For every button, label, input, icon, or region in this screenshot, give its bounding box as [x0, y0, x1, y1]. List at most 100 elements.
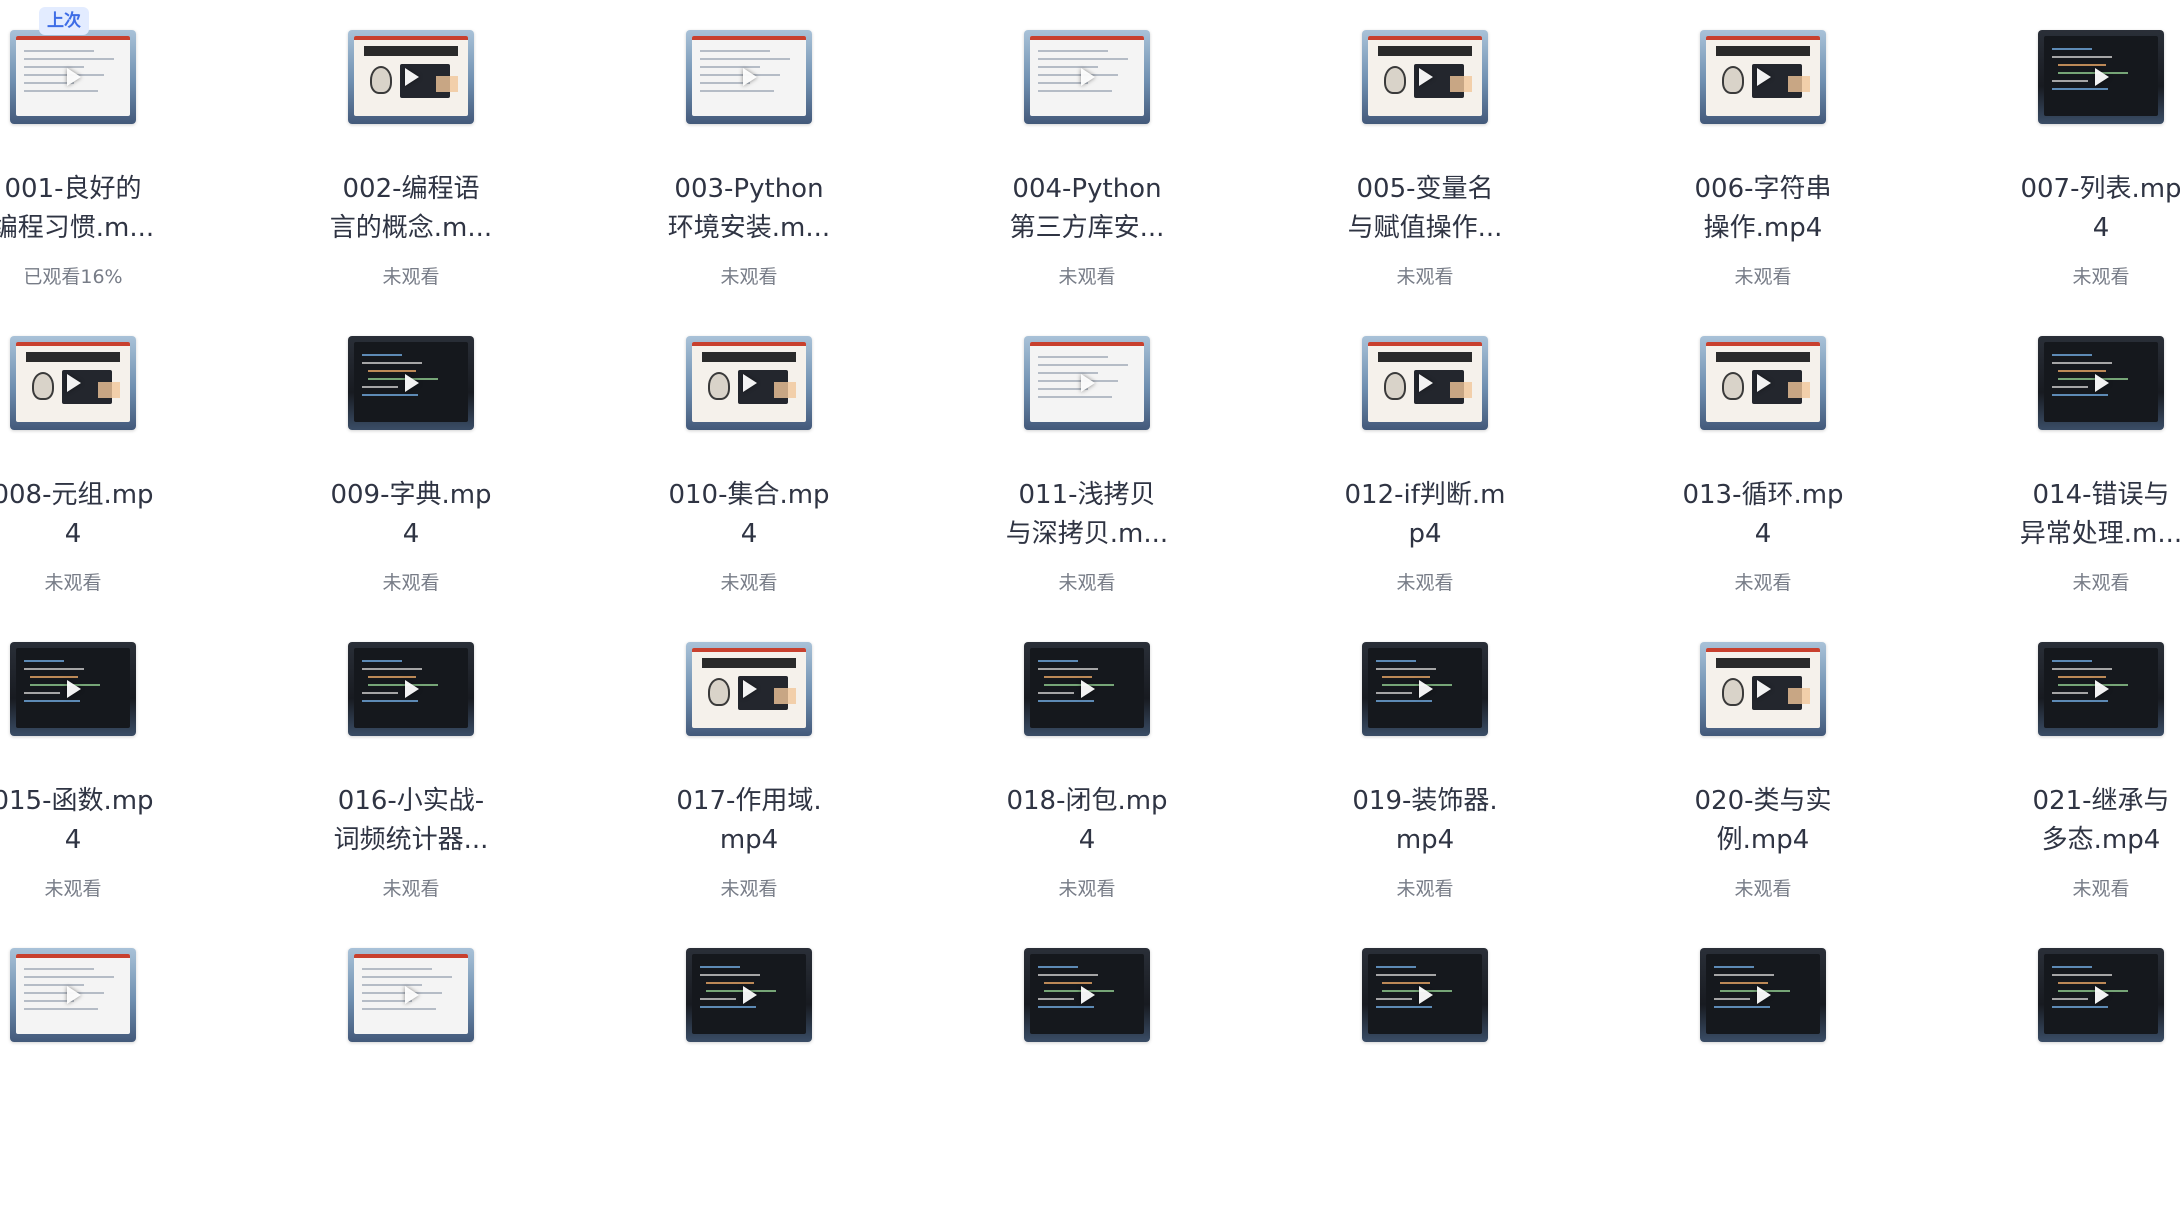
video-thumbnail[interactable]	[2038, 336, 2164, 430]
video-thumbnail[interactable]	[1700, 30, 1826, 124]
play-icon[interactable]	[1081, 986, 1095, 1004]
video-tile[interactable]: 014-错误与 异常处理.m... 未观看	[1971, 306, 2180, 606]
video-title[interactable]: 009-字典.mp 4	[281, 476, 541, 554]
video-tile[interactable]	[1295, 918, 1555, 1218]
play-icon[interactable]	[2095, 986, 2109, 1004]
video-tile[interactable]	[1633, 918, 1893, 1218]
video-thumbnail[interactable]	[1024, 336, 1150, 430]
video-thumbnail[interactable]	[10, 948, 136, 1042]
video-tile[interactable]: 009-字典.mp 4 未观看	[281, 306, 541, 606]
video-title[interactable]: 005-变量名 与赋值操作...	[1295, 170, 1555, 248]
play-icon[interactable]	[2095, 680, 2109, 698]
video-thumbnail[interactable]	[1024, 642, 1150, 736]
video-tile[interactable]: 020-类与实 例.mp4 未观看	[1633, 612, 1893, 912]
video-tile[interactable]: 006-字符串 操作.mp4 未观看	[1633, 0, 1893, 300]
video-thumbnail[interactable]	[2038, 642, 2164, 736]
play-icon[interactable]	[67, 680, 81, 698]
video-title[interactable]: 021-继承与 多态.mp4	[1971, 782, 2180, 860]
play-icon[interactable]	[743, 680, 757, 698]
play-icon[interactable]	[743, 374, 757, 392]
video-thumbnail[interactable]	[686, 30, 812, 124]
video-thumbnail[interactable]	[1700, 642, 1826, 736]
video-thumbnail[interactable]	[686, 642, 812, 736]
video-title[interactable]: 010-集合.mp 4	[619, 476, 879, 554]
video-title[interactable]: 012-if判断.m p4	[1295, 476, 1555, 554]
video-tile[interactable]	[0, 918, 203, 1218]
video-title[interactable]: 001-良好的 编程习惯.m...	[0, 170, 203, 248]
play-icon[interactable]	[1757, 680, 1771, 698]
play-icon[interactable]	[405, 680, 419, 698]
video-title[interactable]: 020-类与实 例.mp4	[1633, 782, 1893, 860]
play-icon[interactable]	[1757, 68, 1771, 86]
video-title[interactable]: 004-Python 第三方库安...	[957, 170, 1217, 248]
video-tile[interactable]: 003-Python 环境安装.m... 未观看	[619, 0, 879, 300]
video-thumbnail[interactable]	[1700, 336, 1826, 430]
video-tile[interactable]: 004-Python 第三方库安... 未观看	[957, 0, 1217, 300]
play-icon[interactable]	[405, 986, 419, 1004]
play-icon[interactable]	[1757, 986, 1771, 1004]
play-icon[interactable]	[405, 374, 419, 392]
play-icon[interactable]	[1419, 680, 1433, 698]
play-icon[interactable]	[405, 68, 419, 86]
video-tile[interactable]: 017-作用域. mp4 未观看	[619, 612, 879, 912]
video-title[interactable]: 015-函数.mp 4	[0, 782, 203, 860]
video-thumbnail[interactable]	[348, 948, 474, 1042]
video-thumbnail[interactable]	[348, 336, 474, 430]
play-icon[interactable]	[1419, 374, 1433, 392]
video-thumbnail[interactable]	[1700, 948, 1826, 1042]
video-thumbnail[interactable]	[1362, 30, 1488, 124]
video-title[interactable]: 008-元组.mp 4	[0, 476, 203, 554]
video-thumbnail[interactable]	[2038, 948, 2164, 1042]
play-icon[interactable]	[1419, 986, 1433, 1004]
play-icon[interactable]	[2095, 374, 2109, 392]
video-thumbnail[interactable]	[2038, 30, 2164, 124]
video-thumbnail[interactable]	[1024, 948, 1150, 1042]
video-thumbnail[interactable]	[10, 642, 136, 736]
video-thumbnail[interactable]	[10, 336, 136, 430]
video-tile[interactable]: 008-元组.mp 4 未观看	[0, 306, 203, 606]
play-icon[interactable]	[1419, 68, 1433, 86]
video-thumbnail[interactable]	[686, 948, 812, 1042]
play-icon[interactable]	[1081, 374, 1095, 392]
video-title[interactable]: 002-编程语 言的概念.m...	[281, 170, 541, 248]
video-title[interactable]: 007-列表.mp 4	[1971, 170, 2180, 248]
video-title[interactable]: 011-浅拷贝 与深拷贝.m...	[957, 476, 1217, 554]
video-thumbnail[interactable]	[1362, 642, 1488, 736]
play-icon[interactable]	[67, 986, 81, 1004]
video-thumbnail[interactable]	[10, 30, 136, 124]
video-tile[interactable]: 018-闭包.mp 4 未观看	[957, 612, 1217, 912]
video-title[interactable]: 018-闭包.mp 4	[957, 782, 1217, 860]
play-icon[interactable]	[1081, 680, 1095, 698]
video-tile[interactable]	[281, 918, 541, 1218]
play-icon[interactable]	[1757, 374, 1771, 392]
video-thumbnail[interactable]	[1362, 948, 1488, 1042]
video-thumbnail[interactable]	[1024, 30, 1150, 124]
video-thumbnail[interactable]	[348, 30, 474, 124]
video-tile[interactable]: 011-浅拷贝 与深拷贝.m... 未观看	[957, 306, 1217, 606]
video-title[interactable]: 006-字符串 操作.mp4	[1633, 170, 1893, 248]
video-tile[interactable]	[619, 918, 879, 1218]
video-title[interactable]: 019-装饰器. mp4	[1295, 782, 1555, 860]
play-icon[interactable]	[2095, 68, 2109, 86]
play-icon[interactable]	[743, 68, 757, 86]
video-thumbnail[interactable]	[348, 642, 474, 736]
video-tile[interactable]: 012-if判断.m p4 未观看	[1295, 306, 1555, 606]
video-tile[interactable]: 005-变量名 与赋值操作... 未观看	[1295, 0, 1555, 300]
video-thumbnail[interactable]	[686, 336, 812, 430]
play-icon[interactable]	[743, 986, 757, 1004]
play-icon[interactable]	[67, 374, 81, 392]
video-tile[interactable]: 上次 001-良好的 编程习惯.m... 已观看16%	[0, 0, 203, 300]
video-title[interactable]: 014-错误与 异常处理.m...	[1971, 476, 2180, 554]
video-tile[interactable]: 016-小实战- 词频统计器... 未观看	[281, 612, 541, 912]
video-tile[interactable]: 019-装饰器. mp4 未观看	[1295, 612, 1555, 912]
video-tile[interactable]: 013-循环.mp 4 未观看	[1633, 306, 1893, 606]
video-tile[interactable]: 021-继承与 多态.mp4 未观看	[1971, 612, 2180, 912]
video-tile[interactable]	[1971, 918, 2180, 1218]
video-tile[interactable]: 007-列表.mp 4 未观看	[1971, 0, 2180, 300]
video-title[interactable]: 017-作用域. mp4	[619, 782, 879, 860]
video-title[interactable]: 013-循环.mp 4	[1633, 476, 1893, 554]
video-title[interactable]: 003-Python 环境安装.m...	[619, 170, 879, 248]
video-tile[interactable]: 010-集合.mp 4 未观看	[619, 306, 879, 606]
video-tile[interactable]: 002-编程语 言的概念.m... 未观看	[281, 0, 541, 300]
play-icon[interactable]	[67, 68, 81, 86]
